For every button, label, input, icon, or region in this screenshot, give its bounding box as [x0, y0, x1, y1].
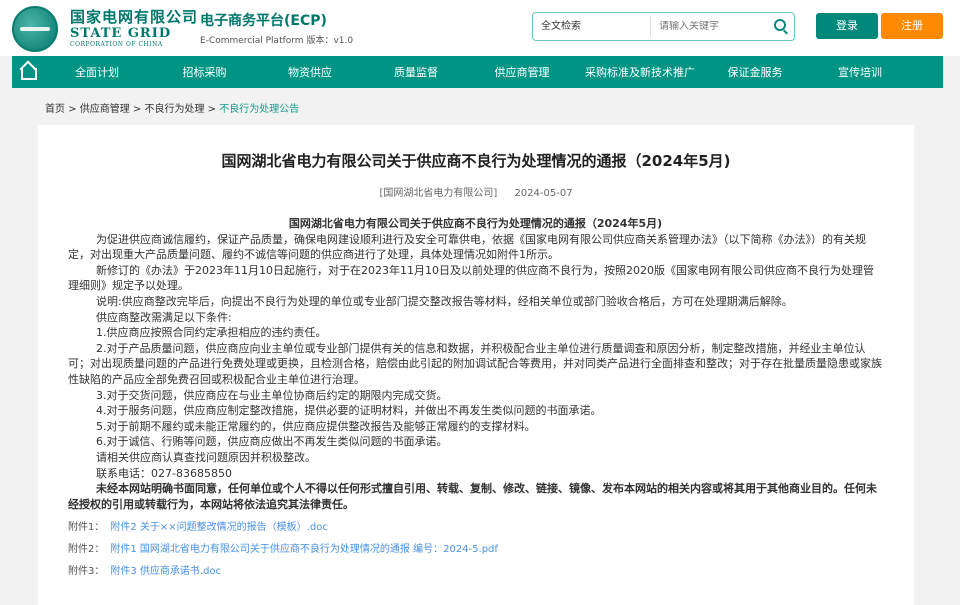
article-body: 国网湖北省电力有限公司关于供应商不良行为处理情况的通报（2024年5月) 为促进…	[68, 216, 883, 512]
nav-item[interactable]: 招标采购	[152, 64, 257, 80]
paragraph: 5.对于前期不履约或未能正常履约的，供应商应提供整改报告及能够正常履约的支撑材料…	[96, 419, 536, 433]
nav-item[interactable]: 宣传培训	[805, 64, 915, 80]
paragraph: 4.对于服务问题，供应商应制定整改措施，提供必要的证明材料，并做出不再发生类似问…	[96, 404, 602, 418]
search-input[interactable]	[651, 21, 771, 32]
state-grid-logo-icon	[12, 6, 58, 52]
brand: 国家电网有限公司 STATE GRID CORPORATION OF CHINA	[70, 6, 198, 48]
platform-subtitle: E-Commercial Platform 版本：v1.0	[200, 36, 354, 46]
paragraph: 说明:供应商整改完毕后，向提出不良行为处理的单位或专业部门提交整改报告等材料，经…	[96, 294, 793, 308]
paragraph: 新修订的《办法》于2023年11月10日起施行，对于在2023年11月10日及以…	[68, 263, 874, 293]
attachment-link[interactable]: 附件2 关于××问题整改情况的报告（模板）.doc	[110, 522, 327, 533]
brand-en2: CORPORATION OF CHINA	[70, 41, 163, 48]
breadcrumb-item[interactable]: 首页	[45, 104, 65, 115]
paragraph: 3.对于交货问题，供应商应在与业主单位协商后约定的期限内完成交货。	[96, 388, 448, 402]
attachment-label: 附件1：	[68, 522, 105, 533]
nav-item[interactable]: 物资供应	[257, 64, 363, 80]
nav-item[interactable]: 全面计划	[42, 64, 152, 80]
attachment-label: 附件2：	[68, 544, 105, 555]
breadcrumb-current: 不良行为处理公告	[219, 104, 300, 115]
article-meta: [国网湖北省电力有限公司] 2024-05-07	[38, 184, 914, 199]
paragraph: 为促进供应商诚信履约，保证产品质量，确保电网建设顺利进行及安全可靠供电，依据《国…	[68, 232, 866, 262]
disclaimer: 未经本网站明确书面同意，任何单位或个人不得以任何形式擅自引用、转载、复制、修改、…	[68, 482, 877, 511]
paragraph: 供应商整改需满足以下条件:	[96, 310, 232, 324]
register-button[interactable]: 注册	[881, 13, 943, 39]
attachment-link[interactable]: 附件3 供应商承诺书.doc	[110, 566, 221, 577]
attachment-row: 附件2： 附件1 国网湖北省电力有限公司关于供应商不良行为处理情况的通报 编号：2…	[68, 540, 498, 555]
login-button[interactable]: 登录	[816, 13, 878, 39]
breadcrumb: 首页 > 供应商管理 > 不良行为处理 > 不良行为处理公告	[45, 104, 300, 115]
article-source: [国网湖北省电力有限公司]	[379, 188, 498, 199]
nav-item[interactable]: 供应商管理	[469, 64, 575, 80]
platform-title: 电子商务平台(ECP)	[200, 13, 327, 29]
attachment-row: 附件3： 附件3 供应商承诺书.doc	[68, 562, 221, 577]
search-box: 全文检索	[532, 12, 795, 41]
attachment-link[interactable]: 附件1 国网湖北省电力有限公司关于供应商不良行为处理情况的通报 编号：2024-…	[110, 544, 498, 555]
paragraph: 6.对于诚信、行贿等问题，供应商应做出不再发生类似问题的书面承诺。	[96, 435, 448, 449]
content-title: 国网湖北省电力有限公司关于供应商不良行为处理情况的通报（2024年5月)	[288, 217, 663, 230]
attachment-row: 附件1： 附件2 关于××问题整改情况的报告（模板）.doc	[68, 518, 328, 533]
search-type-select[interactable]: 全文检索	[533, 16, 651, 37]
nav-item[interactable]: 保证金服务	[705, 64, 805, 80]
home-icon[interactable]	[12, 56, 42, 88]
brand-cn: 国家电网有限公司	[70, 8, 199, 26]
brand-en: STATE GRID	[70, 26, 172, 41]
article-date: 2024-05-07	[514, 188, 573, 199]
nav-item[interactable]: 质量监督	[363, 64, 469, 80]
search-icon[interactable]	[774, 19, 786, 31]
breadcrumb-item[interactable]: 供应商管理	[80, 104, 130, 115]
platform: 电子商务平台(ECP) E-Commercial Platform 版本：v1.…	[200, 10, 353, 46]
article-title: 国网湖北省电力有限公司关于供应商不良行为处理情况的通报（2024年5月)	[221, 152, 731, 170]
paragraph: 请相关供应商认真查找问题原因并积极整改。	[96, 450, 316, 464]
paragraph: 联系电话：027-83685850	[96, 466, 232, 480]
paragraph: 1.供应商应按照合同约定承担相应的违约责任。	[96, 326, 327, 340]
attachment-label: 附件3：	[68, 566, 105, 577]
article-card: 国网湖北省电力有限公司关于供应商不良行为处理情况的通报（2024年5月) [国网…	[38, 125, 914, 605]
header: 国家电网有限公司 STATE GRID CORPORATION OF CHINA…	[0, 0, 960, 56]
nav-item[interactable]: 采购标准及新技术推广	[575, 64, 705, 80]
paragraph: 2.对于产品质量问题，供应商应向业主单位或专业部门提供有关的信息和数据，并积极配…	[68, 341, 882, 386]
breadcrumb-item[interactable]: 不良行为处理	[145, 104, 205, 115]
main-nav: 全面计划 招标采购 物资供应 质量监督 供应商管理 采购标准及新技术推广 保证金…	[12, 56, 943, 88]
